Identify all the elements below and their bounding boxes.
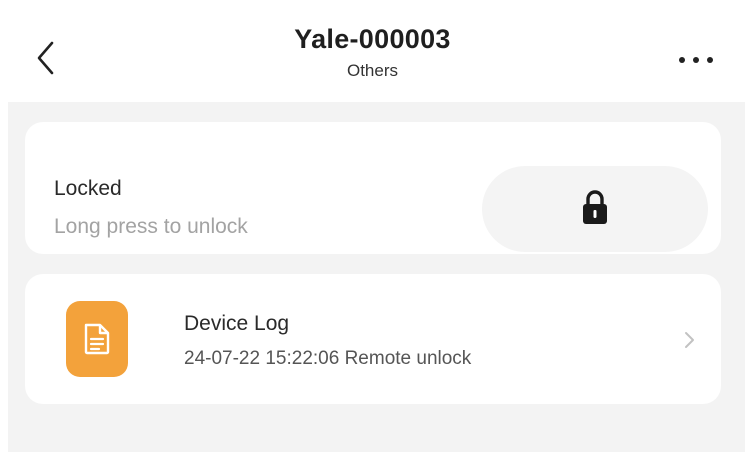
device-log-last-entry: 24-07-22 15:22:06 Remote unlock (184, 348, 472, 369)
chevron-right-icon (685, 332, 694, 348)
lock-status-label: Locked (54, 177, 122, 200)
more-options-button[interactable] (675, 50, 719, 70)
unlock-button[interactable] (482, 166, 708, 252)
device-log-title: Device Log (184, 312, 290, 335)
page-title: Yale-000003 (294, 24, 451, 54)
lock-icon (583, 190, 607, 224)
device-log-icon-badge (66, 301, 128, 377)
lock-card: Locked Long press to unlock (25, 122, 721, 254)
more-horizontal-icon (679, 57, 713, 63)
document-icon (84, 323, 110, 355)
lock-hint-text: Long press to unlock (54, 215, 248, 238)
device-log-row[interactable]: Device Log 24-07-22 15:22:06 Remote unlo… (25, 274, 721, 404)
page-subtitle: Others (346, 61, 399, 80)
title-block: Yale-000003 Others (0, 22, 745, 84)
main-content: Locked Long press to unlock Device Log 2… (8, 102, 745, 452)
top-app-bar: Yale-000003 Others (0, 0, 745, 102)
